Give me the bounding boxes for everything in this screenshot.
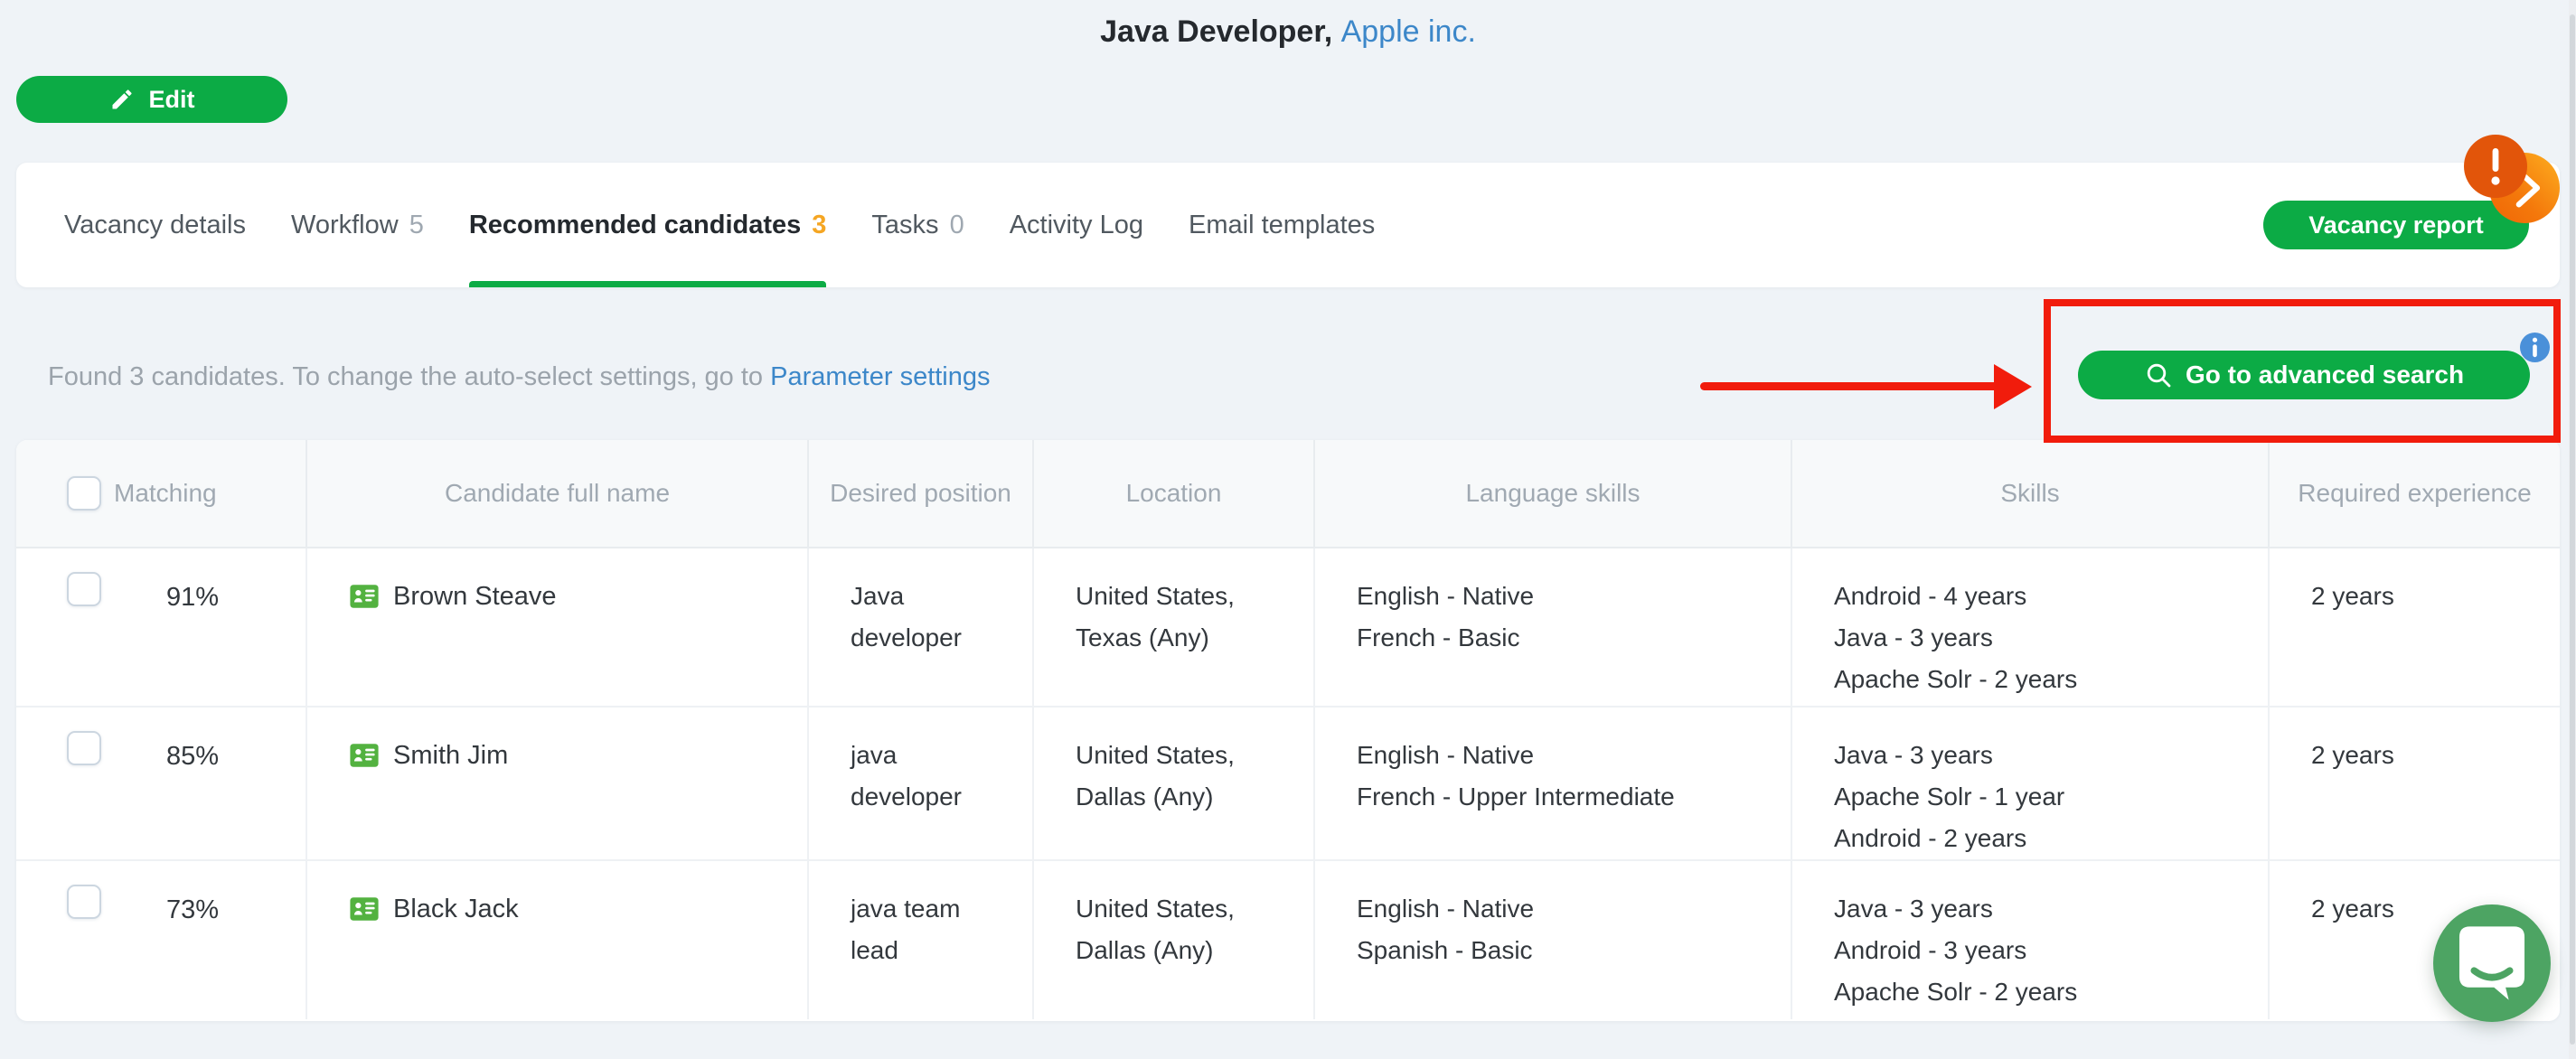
table-row: 73% Black Jack java team lead United Sta… <box>16 861 2560 1019</box>
cell-location: United States, Texas (Any) <box>1034 548 1315 706</box>
tab-activity-log[interactable]: Activity Log <box>1010 163 1143 287</box>
pencil-icon <box>109 87 135 112</box>
select-candidate-checkbox[interactable] <box>67 572 101 606</box>
exclamation-icon <box>2489 146 2502 186</box>
header-language-skills: Language skills <box>1315 440 1792 547</box>
candidates-table: Matching Candidate full name Desired pos… <box>16 440 2560 1021</box>
language-line: Spanish - Basic <box>1357 930 1769 971</box>
matching-percent: 85% <box>101 736 284 859</box>
vacancy-tabs-card: Vacancy details Workflow5 Recommended ca… <box>16 163 2560 287</box>
skill-line: Android - 2 years <box>1834 818 2246 859</box>
language-line: French - Upper Intermediate <box>1357 776 1769 818</box>
select-candidate-checkbox[interactable] <box>67 731 101 765</box>
table-row: 91% Brown Steave Java developer United S… <box>16 548 2560 708</box>
tab-vacancy-details[interactable]: Vacancy details <box>64 163 246 287</box>
header-location: Location <box>1034 440 1315 547</box>
skill-line: Apache Solr - 1 year <box>1834 776 2246 818</box>
alert-exclamation-badge <box>2464 135 2527 198</box>
skill-line: Java - 3 years <box>1834 735 2246 776</box>
cell-desired-position: Java developer <box>809 548 1034 706</box>
notice-text: Found 3 candidates. To change the auto-s… <box>48 362 763 391</box>
scrollbar-thumb[interactable] <box>2570 14 2575 1045</box>
candidate-name-link[interactable]: Smith Jim <box>393 735 508 776</box>
header-required-experience: Required experience <box>2270 440 2560 547</box>
edit-button[interactable]: Edit <box>16 76 287 123</box>
vacancy-report-label: Vacancy report <box>2308 211 2484 239</box>
header-skills: Skills <box>1792 440 2270 547</box>
cell-candidate-name: Black Jack <box>307 861 809 1019</box>
annotation-arrow-head <box>1994 364 2032 409</box>
tab-recommended-candidates[interactable]: Recommended candidates3 <box>469 163 827 287</box>
skill-line: Apache Solr - 2 years <box>1834 659 2246 700</box>
language-line: English - Native <box>1357 576 1769 617</box>
matching-percent: 73% <box>101 889 284 1019</box>
table-row: 85% Smith Jim java developer United Stat… <box>16 708 2560 861</box>
language-line: English - Native <box>1357 735 1769 776</box>
contact-card-icon <box>349 894 380 937</box>
candidate-name-link[interactable]: Black Jack <box>393 888 519 930</box>
chat-bubble-icon <box>2457 924 2527 1002</box>
company-link[interactable]: Apple inc. <box>1341 14 1476 49</box>
cell-location: United States, Dallas (Any) <box>1034 708 1315 859</box>
tab-email-templates[interactable]: Email templates <box>1189 163 1375 287</box>
matching-percent: 91% <box>101 576 284 706</box>
cell-matching: 91% <box>16 548 307 706</box>
tab-count: 5 <box>409 211 424 240</box>
annotation-red-rect <box>2044 299 2561 443</box>
skill-line: Java - 3 years <box>1834 617 2246 659</box>
select-all-checkbox[interactable] <box>67 476 101 511</box>
vacancy-report-button[interactable]: Vacancy report <box>2263 201 2529 249</box>
cell-desired-position: java team lead <box>809 861 1034 1019</box>
cell-required-experience: 2 years <box>2270 708 2560 859</box>
cell-skills: Java - 3 years Android - 3 years Apache … <box>1792 861 2270 1019</box>
cell-language-skills: English - Native Spanish - Basic <box>1315 861 1792 1019</box>
table-header-row: Matching Candidate full name Desired pos… <box>16 440 2560 548</box>
candidates-found-notice: Found 3 candidates. To change the auto-s… <box>48 362 991 392</box>
cell-required-experience: 2 years <box>2270 548 2560 706</box>
cell-language-skills: English - Native French - Upper Intermed… <box>1315 708 1792 859</box>
tab-count: 3 <box>812 211 826 240</box>
contact-card-icon <box>349 740 380 783</box>
edit-button-label: Edit <box>149 86 195 114</box>
parameter-settings-link[interactable]: Parameter settings <box>770 362 990 391</box>
cell-desired-position: java developer <box>809 708 1034 859</box>
scrollbar-track[interactable] <box>2569 0 2576 1059</box>
vacancy-title: Java Developer, <box>1100 14 1332 49</box>
cell-location: United States, Dallas (Any) <box>1034 861 1315 1019</box>
skill-line: Android - 3 years <box>1834 930 2246 971</box>
cell-candidate-name: Brown Steave <box>307 548 809 706</box>
skill-line: Android - 4 years <box>1834 576 2246 617</box>
language-line: French - Basic <box>1357 617 1769 659</box>
select-candidate-checkbox[interactable] <box>67 885 101 919</box>
cell-matching: 85% <box>16 708 307 859</box>
header-candidate-full-name: Candidate full name <box>307 440 809 547</box>
cell-matching: 73% <box>16 861 307 1019</box>
cell-skills: Java - 3 years Apache Solr - 1 year Andr… <box>1792 708 2270 859</box>
language-line: English - Native <box>1357 888 1769 930</box>
chat-launcher-button[interactable] <box>2433 904 2551 1022</box>
header-desired-position: Desired position <box>809 440 1034 547</box>
tab-bar: Vacancy details Workflow5 Recommended ca… <box>64 163 1375 287</box>
page-title: Java Developer, Apple inc. <box>0 14 2576 50</box>
skill-line: Apache Solr - 2 years <box>1834 971 2246 1013</box>
skill-line: Java - 3 years <box>1834 888 2246 930</box>
cell-language-skills: English - Native French - Basic <box>1315 548 1792 706</box>
cell-skills: Android - 4 years Java - 3 years Apache … <box>1792 548 2270 706</box>
cell-candidate-name: Smith Jim <box>307 708 809 859</box>
tab-count: 0 <box>950 211 964 240</box>
annotation-arrow <box>1700 382 2000 390</box>
header-matching: Matching <box>16 440 307 547</box>
candidate-name-link[interactable]: Brown Steave <box>393 576 557 617</box>
tab-workflow[interactable]: Workflow5 <box>291 163 424 287</box>
tab-tasks[interactable]: Tasks0 <box>871 163 964 287</box>
contact-card-icon <box>349 581 380 624</box>
